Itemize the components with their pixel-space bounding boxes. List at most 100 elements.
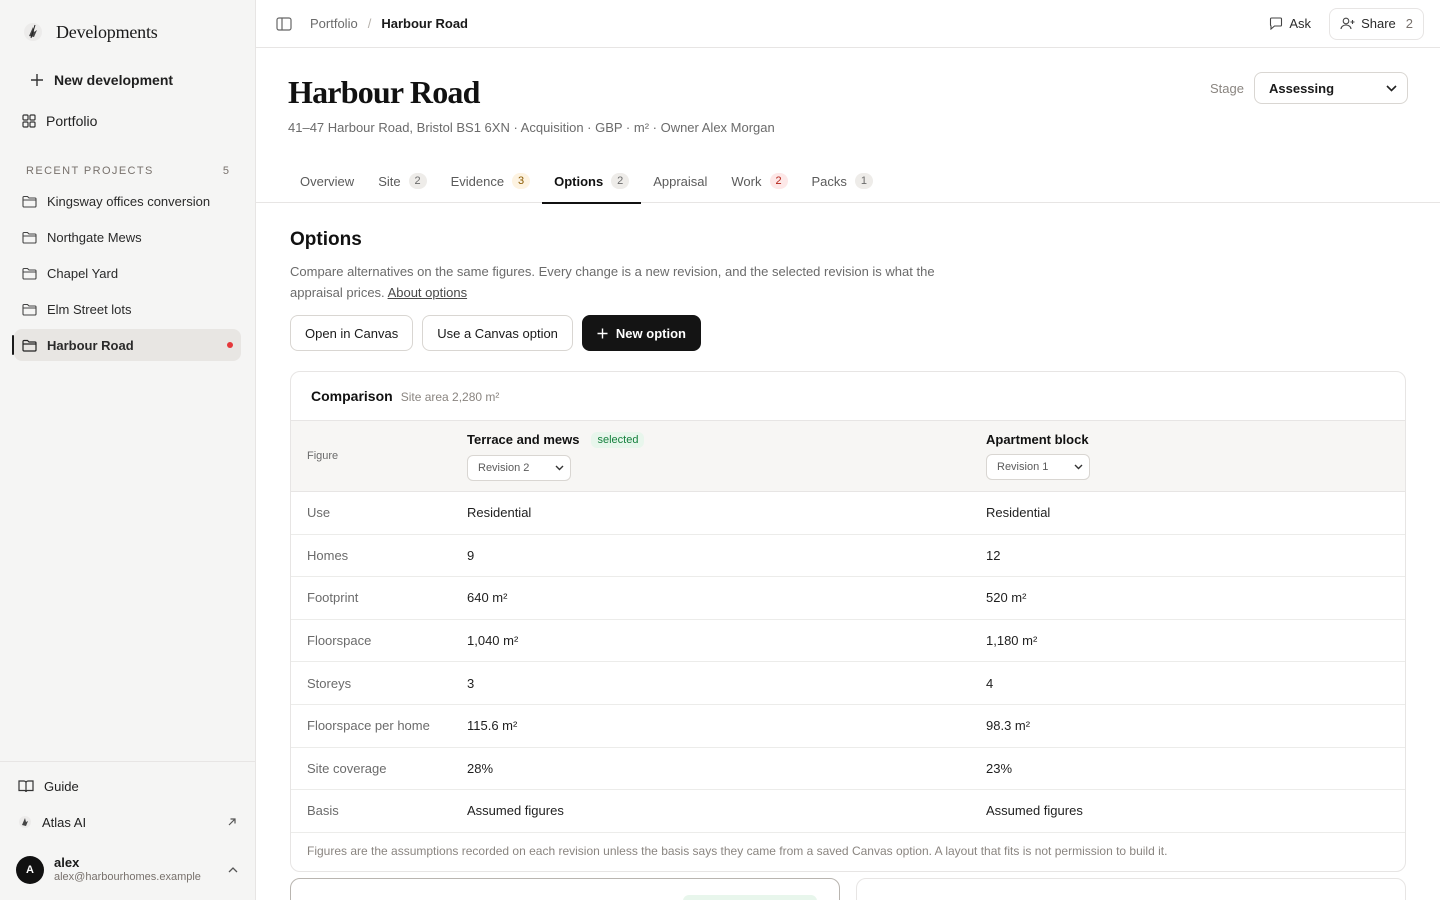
share-button[interactable]: Share 2	[1329, 7, 1424, 40]
chevron-up-icon	[228, 867, 238, 873]
option-b-revision-select[interactable]: Revision 1	[986, 454, 1090, 480]
use-canvas-option-button[interactable]: Use a Canvas option	[422, 315, 573, 351]
figure-label: Site coverage	[291, 747, 467, 791]
table-row: Homes 9 12	[291, 534, 1405, 578]
project-item-harbour[interactable]: Harbour Road	[12, 329, 241, 361]
new-option-button[interactable]: New option	[581, 315, 701, 351]
tab-options[interactable]: Options 2	[542, 159, 642, 204]
project-item-northgate[interactable]: Northgate Mews	[14, 221, 241, 253]
option-a-value: Assumed figures	[467, 789, 986, 833]
comparison-title: Comparison	[311, 388, 393, 404]
new-development-button[interactable]: New development	[8, 62, 247, 98]
tab-work[interactable]: Work 2	[719, 159, 799, 203]
table-row: Storeys 3 4	[291, 661, 1405, 705]
stage-select[interactable]: Assessing	[1254, 72, 1408, 104]
project-subtitle: 41–47 Harbour Road, Bristol BS1 6XN · Ac…	[288, 120, 775, 135]
tab-label: Evidence	[450, 173, 505, 189]
option-a-revision: Revision 2	[478, 461, 530, 474]
guide-link[interactable]: Guide	[0, 768, 255, 804]
tab-site[interactable]: Site 2	[366, 159, 438, 203]
open-in-canvas-button[interactable]: Open in Canvas	[290, 315, 414, 351]
figure-label: Storeys	[291, 661, 467, 705]
stage-control: Stage Assessing	[1210, 72, 1408, 104]
option-a-value: 640 m²	[467, 576, 986, 620]
option-b-revision: Revision 1	[997, 461, 1049, 473]
comparison-footnote: Figures are the assumptions recorded on …	[307, 843, 1168, 858]
project-label: Northgate Mews	[47, 229, 142, 245]
main-area: Portfolio / Harbour Road Ask Share 2 Har…	[256, 0, 1440, 900]
sidebar: Developments New development Portfolio R…	[0, 0, 256, 900]
figure-label: Floorspace	[291, 619, 467, 663]
folder-icon	[22, 267, 37, 280]
figure-label: Floorspace per home	[291, 704, 467, 748]
breadcrumb-separator: /	[367, 16, 372, 31]
app-root: Developments New development Portfolio R…	[0, 0, 1440, 900]
recent-projects-count: 5	[222, 165, 229, 177]
tab-overview[interactable]: Overview	[288, 159, 366, 203]
share-count: 2	[1405, 16, 1413, 31]
tab-count-badge: 2	[769, 173, 788, 189]
ask-button[interactable]: Ask	[1261, 10, 1319, 37]
option-a-value: 3	[467, 661, 986, 705]
portfolio-nav-item[interactable]: Portfolio	[8, 103, 247, 139]
chevron-down-icon	[1386, 84, 1397, 92]
option-a-name: Terrace and mews	[467, 432, 580, 447]
breadcrumb-portfolio[interactable]: Portfolio	[310, 16, 358, 31]
site-area: Site area 2,280 m²	[400, 390, 500, 404]
tab-label: Packs	[811, 173, 847, 189]
new-option-label: New option	[615, 325, 686, 341]
breadcrumb-current: Harbour Road	[381, 16, 468, 31]
tab-evidence[interactable]: Evidence 3	[439, 159, 542, 203]
option-a-value: 9	[467, 534, 986, 578]
about-options-link[interactable]: About options	[388, 285, 468, 300]
option-a-revision-select[interactable]: Revision 2	[467, 454, 571, 481]
table-row: Footprint 640 m² 520 m²	[291, 576, 1405, 620]
user-menu[interactable]: A alex alex@harbourhomes.example	[0, 840, 255, 900]
option-b-title: Apartment block	[986, 432, 1405, 447]
plus-icon	[31, 74, 43, 86]
comparison-header-row: Figure Terrace and mews selected Revisio…	[291, 420, 1405, 492]
tab-count-badge: 2	[408, 173, 427, 189]
project-item-kingsway[interactable]: Kingsway offices conversion	[14, 185, 241, 217]
user-name: alex	[54, 855, 80, 870]
figure-label: Use	[291, 491, 467, 535]
tab-appraisal[interactable]: Appraisal	[641, 159, 719, 203]
plus-icon	[597, 328, 608, 338]
stage-value: Assessing	[1269, 80, 1335, 96]
portfolio-label: Portfolio	[46, 113, 98, 129]
project-item-elm[interactable]: Elm Street lots	[14, 293, 241, 325]
option-b-name: Apartment block	[986, 432, 1089, 447]
option-card-terrace[interactable]	[290, 878, 840, 900]
avatar: A	[16, 856, 44, 884]
tab-packs[interactable]: Packs 1	[800, 159, 885, 203]
external-link-icon	[228, 818, 236, 826]
section-title: Options	[290, 229, 362, 250]
project-label: Chapel Yard	[47, 265, 119, 281]
tab-label: Appraisal	[653, 173, 708, 189]
folder-icon	[22, 231, 37, 244]
tab-label: Overview	[300, 173, 355, 189]
option-a-value: 115.6 m²	[467, 704, 986, 748]
atlas-ai-link[interactable]: Atlas AI	[0, 804, 255, 840]
option-b-header: Apartment block Revision 1	[986, 420, 1405, 492]
brand[interactable]: Developments	[0, 0, 255, 64]
sidebar-toggle-button[interactable]	[276, 16, 292, 31]
user-info: alex alex@harbourhomes.example	[54, 855, 201, 885]
option-a-value: 1,040 m²	[467, 619, 986, 663]
option-card-apartment[interactable]	[856, 878, 1406, 900]
option-actions: Open in Canvas Use a Canvas option New o…	[290, 315, 1406, 351]
option-a-value: 28%	[467, 747, 986, 791]
recent-projects-title: RECENT PROJECTS	[26, 165, 154, 177]
tab-bar: Overview Site 2 Evidence 3 Options 2 App…	[256, 159, 1440, 204]
figure-label: Footprint	[291, 576, 467, 620]
project-item-chapel[interactable]: Chapel Yard	[14, 257, 241, 289]
chevron-down-icon	[1074, 464, 1083, 470]
comparison-card: Comparison Site area 2,280 m² Figure Ter…	[290, 371, 1406, 872]
figure-label: Basis	[291, 789, 467, 833]
panel-toggle-icon	[276, 16, 292, 31]
recent-projects-list: Kingsway offices conversion Northgate Me…	[0, 185, 255, 361]
option-b-value: 23%	[986, 747, 1405, 791]
option-b-value: 520 m²	[986, 576, 1405, 620]
option-b-value: Residential	[986, 491, 1405, 535]
user-email: alex@harbourhomes.example	[54, 871, 201, 884]
